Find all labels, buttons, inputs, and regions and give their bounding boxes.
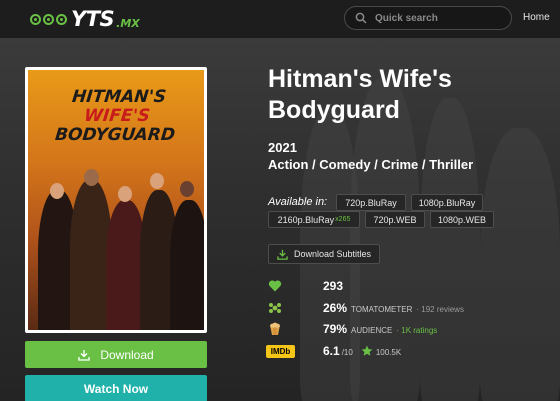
download-subtitles-button[interactable]: Download Subtitles [268,244,380,264]
movie-year: 2021 [268,140,297,155]
logo-text: YTS [71,7,115,31]
poster-figure [170,200,204,330]
popcorn-icon [270,322,280,335]
star-icon [361,345,373,356]
movie-title: Hitman's Wife's Bodyguard [268,65,452,124]
download-button[interactable]: Download [25,341,207,368]
search-input[interactable]: Quick search [344,6,512,30]
download-icon [277,249,288,260]
watch-now-button[interactable]: Watch Now [25,375,207,401]
tomatometer-row: 26% TOMATOMETER · 192 reviews [323,301,464,315]
imdb-row: 6.1 /10 100.5K [323,344,401,358]
logo-tld: .MX [116,16,140,30]
imdb-logo-icon[interactable]: IMDb [266,345,295,358]
nav-home-link[interactable]: Home [523,12,550,23]
movie-genres: Action / Comedy / Crime / Thriller [268,157,474,172]
codec-badge: x265 [335,216,351,223]
audience-ratings: · 1K ratings [396,326,438,335]
site-logo[interactable]: YTS .MX [30,6,140,32]
search-placeholder: Quick search [375,12,438,24]
tomatometer-reviews: · 192 reviews [416,305,464,314]
imdb-votes: 100.5K [375,348,402,357]
quality-1080p-web[interactable]: 1080p.WEB [430,211,494,228]
logo-dots-icon [30,13,67,25]
available-in-label: Available in: [268,196,328,208]
quality-720p-bluray[interactable]: 720p.BluRay [336,194,406,211]
download-subtitles-label: Download Subtitles [294,249,372,259]
tomatometer-score: 26% [323,301,348,315]
download-button-label: Download [100,347,154,362]
site-header: YTS .MX Quick search Home [0,0,560,38]
audience-row: 79% AUDIENCE · 1K ratings [323,322,437,336]
heart-icon[interactable] [268,279,282,293]
audience-score: 79% [323,322,348,336]
likes-count: 293 [323,279,344,293]
audience-label: AUDIENCE [351,326,393,335]
quality-1080p-bluray[interactable]: 1080p.BluRay [411,194,483,211]
download-icon [78,349,90,361]
search-icon [355,12,367,24]
watch-now-label: Watch Now [83,381,149,396]
rotten-tomato-icon [269,303,281,313]
likes-row: 293 [323,279,343,293]
quality-720p-web[interactable]: 720p.WEB [365,211,425,228]
poster-title: HITMAN'S WIFE'S BODYGUARD [54,87,177,145]
tomatometer-label: TOMATOMETER [351,305,413,314]
imdb-scale: /10 [341,348,353,357]
quality-2160p-bluray[interactable]: 2160p.BluRay x265 [268,211,360,228]
imdb-rating: 6.1 [323,344,340,358]
movie-poster[interactable]: HITMAN'S WIFE'S BODYGUARD [25,67,207,333]
